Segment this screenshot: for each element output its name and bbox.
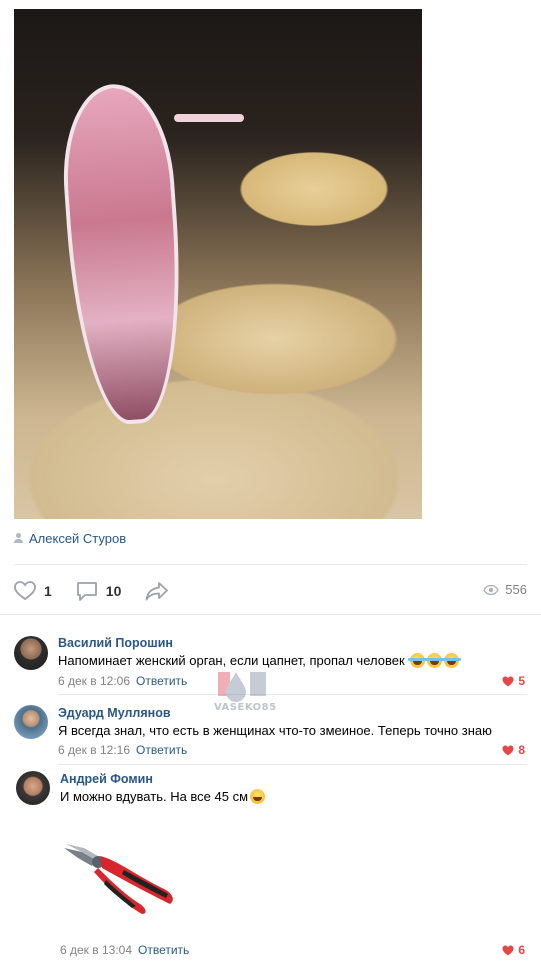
share-arrow-icon (145, 582, 169, 601)
heart-filled-icon (502, 745, 514, 755)
comment-text: И можно вдувать. На все 45 см (60, 789, 266, 804)
divider (58, 764, 527, 765)
comment-like-button[interactable]: 6 (502, 943, 525, 957)
snake-mouth-shape (57, 80, 191, 428)
comment-like-button[interactable]: 8 (502, 743, 525, 757)
reply-button[interactable]: Ответить (136, 743, 187, 757)
comment-text-body: Напоминает женский орган, если цапнет, п… (58, 653, 405, 668)
winking-face-emoji-icon (250, 789, 266, 804)
comment-author-name[interactable]: Андрей Фомин (60, 772, 153, 786)
post-author-row[interactable]: Алексей Стуров (14, 529, 126, 547)
post-photo[interactable] (14, 9, 422, 519)
avatar[interactable] (16, 771, 50, 805)
views-count: 556 (505, 582, 527, 597)
comment-date[interactable]: 6 дек в 13:04 (60, 943, 132, 957)
pliers-icon[interactable] (62, 842, 180, 916)
comment-date[interactable]: 6 дек в 12:06 (58, 674, 130, 688)
heart-outline-icon (14, 581, 36, 601)
comment-meta: 6 дек в 12:16 Ответить (58, 743, 187, 757)
divider (58, 694, 527, 695)
comment-date[interactable]: 6 дек в 12:16 (58, 743, 130, 757)
comment-text-body: Я всегда знал, что есть в женщинах что-т… (58, 723, 492, 738)
views-counter: 556 (483, 582, 527, 597)
comment-count: 10 (105, 583, 122, 599)
comment-button[interactable]: 10 (76, 580, 122, 602)
share-button[interactable] (145, 581, 169, 601)
comment-meta: 6 дек в 13:04 Ответить (60, 943, 189, 957)
heart-filled-icon (502, 676, 514, 686)
comment-text: Напоминает женский орган, если цапнет, п… (58, 653, 462, 668)
comment-author-name[interactable]: Эдуард Муллянов (58, 706, 171, 720)
eye-icon (483, 584, 500, 595)
reply-button[interactable]: Ответить (136, 674, 187, 688)
watermark-text: VASEKO85 (214, 702, 277, 713)
person-icon (14, 533, 23, 543)
snake-tongue-shape (174, 114, 244, 122)
comment-like-count: 5 (518, 674, 525, 688)
comment-like-count: 6 (518, 943, 525, 957)
comment-meta: 6 дек в 12:06 Ответить (58, 674, 187, 688)
divider (14, 564, 527, 565)
divider (0, 614, 541, 615)
like-count: 1 (44, 583, 52, 599)
heart-filled-icon (502, 945, 514, 955)
tears-of-joy-emoji-icon (408, 653, 428, 668)
reply-button[interactable]: Ответить (138, 943, 189, 957)
watermark-logo: VASEKO85 (210, 668, 276, 720)
comment-text-body: И можно вдувать. На все 45 см (60, 789, 249, 804)
tears-of-joy-emoji-icon (425, 653, 445, 668)
comment-like-count: 8 (518, 743, 525, 757)
post-author-name[interactable]: Алексей Стуров (29, 531, 126, 546)
comment-author-name[interactable]: Василий Порошин (58, 636, 173, 650)
like-button[interactable]: 1 (14, 581, 52, 601)
comment-text: Я всегда знал, что есть в женщинах что-т… (58, 723, 492, 738)
tears-of-joy-emoji-icon (442, 653, 462, 668)
avatar[interactable] (14, 705, 48, 739)
comment-like-button[interactable]: 5 (502, 674, 525, 688)
avatar[interactable] (14, 636, 48, 670)
post-actions-bar: 1 10 556 (14, 578, 527, 604)
comment-bubble-icon (76, 582, 97, 601)
